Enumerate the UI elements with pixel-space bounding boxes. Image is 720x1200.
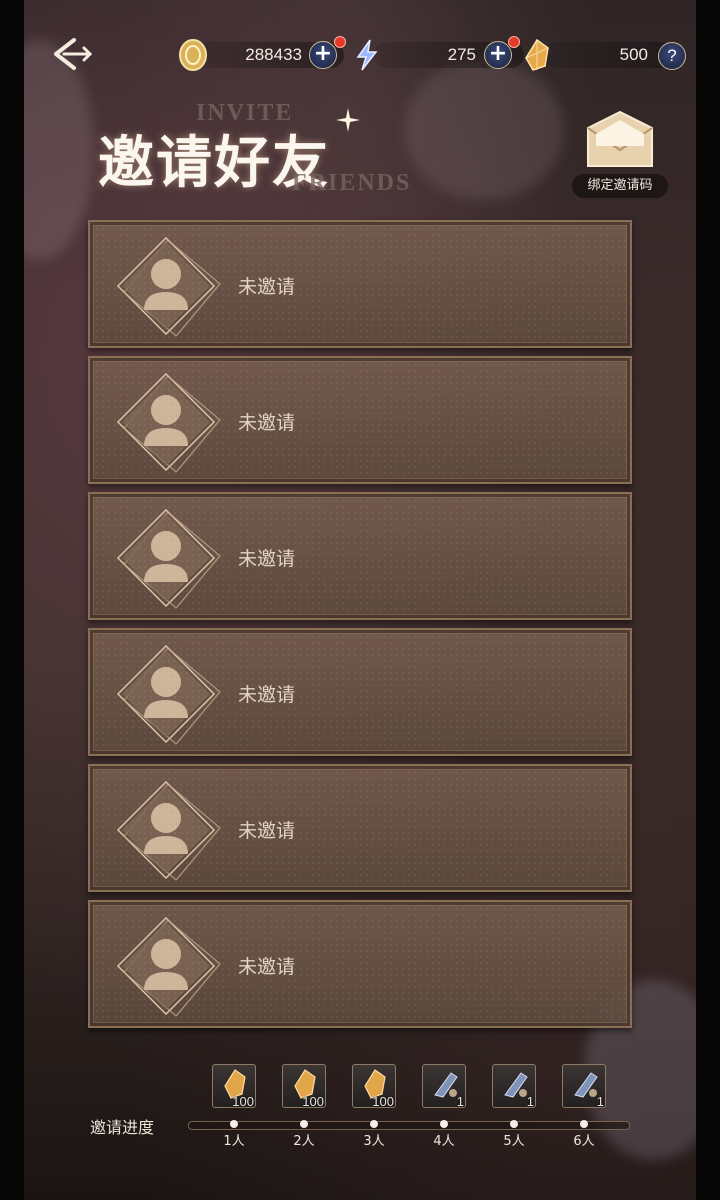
invite-progress-bar: [188, 1121, 630, 1130]
energy-notification-dot: [508, 36, 520, 48]
user-placeholder-icon: [116, 780, 221, 881]
milestone-dot: [370, 1120, 378, 1128]
sparkle-icon: [336, 108, 360, 132]
milestone-dot: [230, 1120, 238, 1128]
add-energy-button[interactable]: +: [484, 41, 512, 69]
user-placeholder-icon: [116, 916, 221, 1017]
milestone-reward-crystal[interactable]: 100: [282, 1064, 326, 1109]
background-bokeh: [404, 60, 564, 200]
user-placeholder-icon: [116, 644, 221, 745]
bind-invite-code-label: 绑定邀请码: [572, 174, 668, 198]
milestone-reward-crystal[interactable]: 100: [352, 1064, 396, 1109]
invite-slot-status: 未邀请: [238, 276, 296, 298]
coin-icon: [179, 39, 207, 71]
energy-count: 275: [447, 45, 476, 64]
milestone-dot: [510, 1120, 518, 1128]
invite-slot-status: 未邀请: [238, 548, 296, 570]
invite-slot-status: 未邀请: [238, 412, 296, 434]
milestone-dot: [580, 1120, 588, 1128]
invite-slot[interactable]: 未邀请: [88, 356, 632, 484]
invite-slot[interactable]: 未邀请: [88, 900, 632, 1028]
crystal-count: 500: [619, 45, 648, 64]
milestone-reward-item[interactable]: 1: [562, 1064, 606, 1109]
invite-slot[interactable]: 未邀请: [88, 764, 632, 892]
reward-quantity: 100: [302, 1094, 324, 1109]
milestone-reward-item[interactable]: 1: [492, 1064, 536, 1109]
help-button[interactable]: ?: [658, 42, 686, 70]
user-placeholder-icon: [116, 236, 221, 337]
milestone-dot: [440, 1120, 448, 1128]
milestone-label: 3人: [363, 1134, 385, 1149]
invite-progress-label: 邀请进度: [90, 1118, 155, 1137]
back-arrow-icon[interactable]: [46, 34, 96, 74]
milestone-label: 2人: [293, 1134, 315, 1149]
user-placeholder-icon: [116, 372, 221, 473]
reward-quantity: 1: [456, 1094, 464, 1109]
invite-slot[interactable]: 未邀请: [88, 628, 632, 756]
add-coins-button[interactable]: +: [309, 41, 337, 69]
reward-quantity: 1: [526, 1094, 534, 1109]
lightning-icon: [356, 39, 378, 71]
invite-friends-screen: 288433 + 275 + 500 ? INVITE 邀请好友 FRIENDS…: [24, 0, 696, 1200]
invite-slot-status: 未邀请: [238, 956, 296, 978]
milestone-label: 6人: [573, 1134, 595, 1149]
reward-quantity: 1: [596, 1094, 604, 1109]
coin-count: 288433: [245, 45, 302, 64]
coins-notification-dot: [334, 36, 346, 48]
milestone-reward-crystal[interactable]: 100: [212, 1064, 256, 1109]
crystal-icon: [525, 38, 549, 71]
reward-quantity: 100: [372, 1094, 394, 1109]
bind-invite-code-button[interactable]: 绑定邀请码: [564, 104, 676, 200]
milestone-label: 5人: [503, 1134, 525, 1149]
milestone-label: 1人: [223, 1134, 245, 1149]
milestone-dot: [300, 1120, 308, 1128]
invite-slot-status: 未邀请: [238, 820, 296, 842]
invite-slot[interactable]: 未邀请: [88, 492, 632, 620]
milestone-reward-item[interactable]: 1: [422, 1064, 466, 1109]
milestone-label: 4人: [433, 1134, 455, 1149]
user-placeholder-icon: [116, 508, 221, 609]
envelope-icon: [587, 110, 653, 167]
title-english-line2: FRIENDS: [292, 170, 412, 196]
reward-quantity: 100: [232, 1094, 254, 1109]
invite-slot-status: 未邀请: [238, 684, 296, 706]
invite-slot[interactable]: 未邀请: [88, 220, 632, 348]
